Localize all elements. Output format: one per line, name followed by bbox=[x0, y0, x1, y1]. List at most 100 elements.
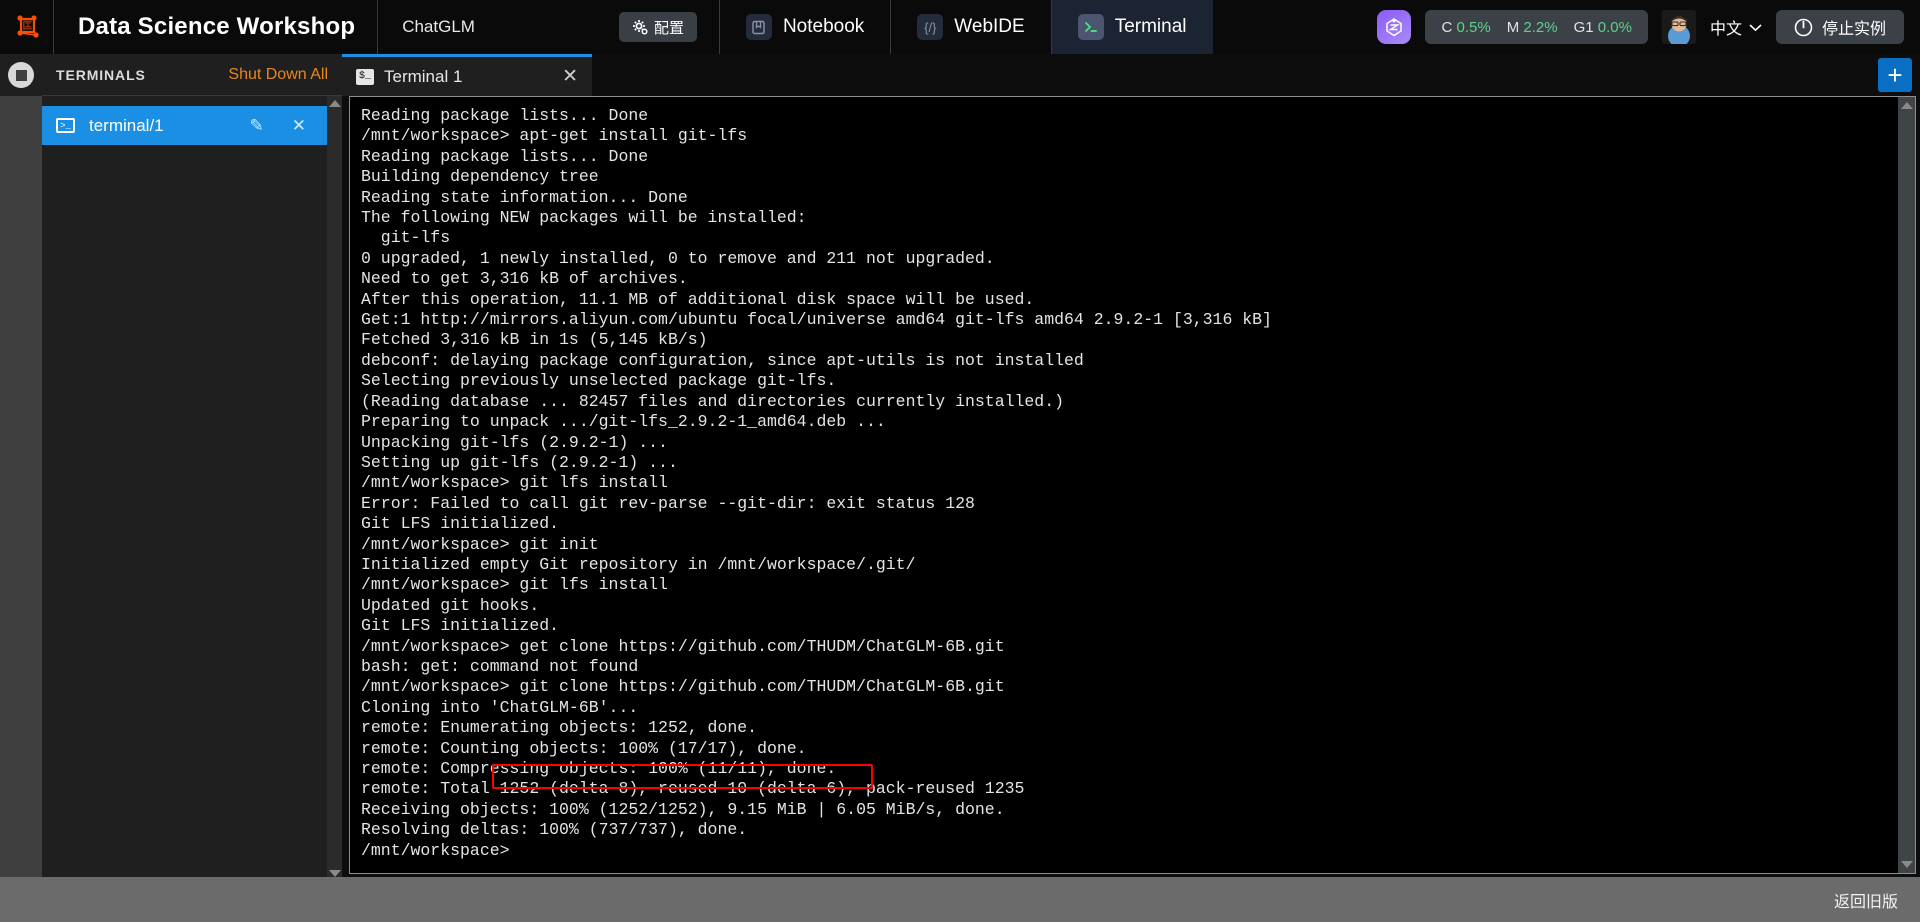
terminal-main-panel: $_ Terminal 1 ✕ + Reading package lists.… bbox=[342, 54, 1920, 877]
tab-terminal-1[interactable]: $_ Terminal 1 ✕ bbox=[342, 54, 592, 96]
back-to-old-version-link[interactable]: 返回旧版 bbox=[1834, 888, 1898, 912]
terminal-line: /mnt/workspace> bbox=[361, 840, 510, 860]
shut-down-all-button[interactable]: Shut Down All bbox=[228, 66, 328, 84]
glm-logo-icon[interactable] bbox=[1377, 10, 1412, 44]
sidebar-body: >_ terminal/1 ✎ ✕ bbox=[42, 96, 342, 877]
close-icon[interactable]: ✕ bbox=[548, 65, 578, 88]
terminal-line: bash: get: command not found bbox=[361, 656, 639, 676]
footer-bar: 返回旧版 bbox=[0, 877, 1920, 922]
terminal-line: Get:1 http://mirrors.aliyun.com/ubuntu f… bbox=[361, 310, 1272, 330]
config-button[interactable]: 配置 bbox=[618, 12, 697, 42]
terminals-sidebar: TERMINALS Shut Down All >_ terminal/1 ✎ … bbox=[42, 54, 342, 877]
terminal-line: /mnt/workspace> apt-get install git-lfs bbox=[361, 126, 748, 146]
svg-text:匞: 匞 bbox=[22, 21, 32, 32]
terminal-line: Preparing to unpack .../git-lfs_2.9.2-1_… bbox=[361, 412, 886, 432]
terminal-line: After this operation, 11.1 MB of additio… bbox=[361, 289, 1035, 309]
terminal-tabbar: $_ Terminal 1 ✕ + bbox=[342, 54, 1920, 96]
nav-item-webide[interactable]: {/} WebIDE bbox=[890, 0, 1050, 54]
metric-key-cpu: C bbox=[1441, 18, 1453, 36]
terminal-line: Fetched 3,316 kB in 1s (5,145 kB/s) bbox=[361, 330, 708, 350]
nav-item-label: Terminal bbox=[1114, 16, 1187, 37]
config-button-label: 配置 bbox=[653, 19, 684, 37]
metric-value-mem: 2.2% bbox=[1523, 18, 1558, 36]
activity-bar-top bbox=[0, 54, 42, 96]
list-item[interactable]: >_ terminal/1 ✎ ✕ bbox=[42, 106, 327, 145]
terminal-line: remote: Total 1252 (delta 8), reused 10 … bbox=[361, 779, 1025, 799]
add-terminal-button[interactable]: + bbox=[1878, 58, 1912, 92]
sidebar-scrollbar[interactable] bbox=[327, 96, 342, 877]
activity-bar bbox=[0, 54, 42, 877]
arrow-up-icon[interactable] bbox=[1900, 102, 1913, 109]
terminal-scrollbar[interactable] bbox=[1898, 97, 1915, 873]
terminal-list: >_ terminal/1 ✎ ✕ bbox=[42, 96, 327, 877]
app-title: Data Science Workshop bbox=[54, 0, 379, 54]
header-nav: Notebook {/} WebIDE Terminal bbox=[718, 0, 1213, 54]
terminal-line: Reading package lists... Done bbox=[361, 106, 649, 125]
gear-icon bbox=[632, 20, 648, 35]
sidebar-title: TERMINALS bbox=[56, 66, 146, 83]
terminal-line: remote: Compressing objects: 100% (11/11… bbox=[361, 759, 837, 778]
terminal-line: git-lfs bbox=[361, 228, 451, 248]
chevron-down-icon bbox=[1749, 23, 1762, 31]
app-logo[interactable]: 匞 bbox=[0, 0, 54, 54]
terminal-line: Initialized empty Git repository in /mnt… bbox=[361, 554, 916, 574]
avatar[interactable] bbox=[1661, 10, 1696, 44]
terminal-line: Reading package lists... Done bbox=[361, 146, 649, 166]
terminal-line: Need to get 3,316 kB of archives. bbox=[361, 269, 688, 289]
terminal-prompt-icon: >_ bbox=[56, 118, 75, 133]
nav-item-notebook[interactable]: Notebook bbox=[718, 0, 890, 54]
terminal-line: Setting up git-lfs (2.9.2-1) ... bbox=[361, 452, 678, 472]
notebook-icon bbox=[745, 14, 772, 40]
terminal-item-label: terminal/1 bbox=[89, 115, 164, 135]
terminal-line: remote: Counting objects: 100% (17/17), … bbox=[361, 738, 807, 758]
terminal-viewport: Reading package lists... Done/mnt/worksp… bbox=[349, 96, 1916, 874]
terminal-line: /mnt/workspace> get clone https://github… bbox=[361, 636, 1005, 656]
language-label: 中文 bbox=[1709, 21, 1742, 38]
terminal-line: /mnt/workspace> git clone https://github… bbox=[361, 677, 1005, 697]
metric-value-cpu: 0.5% bbox=[1456, 18, 1491, 36]
resource-metrics: C 0.5% M 2.2% G1 0.0% bbox=[1425, 10, 1648, 44]
terminal-line: /mnt/workspace> git lfs install bbox=[361, 473, 668, 493]
terminal-line: The following NEW packages will be insta… bbox=[361, 208, 807, 228]
terminal-line: /mnt/workspace> git lfs install bbox=[361, 575, 668, 595]
stop-instance-button[interactable]: 停止实例 bbox=[1775, 10, 1904, 44]
arrow-down-icon[interactable] bbox=[328, 870, 341, 877]
header-spacer bbox=[499, 0, 619, 54]
terminal-line: Resolving deltas: 100% (737/737), done. bbox=[361, 820, 748, 840]
pencil-icon[interactable]: ✎ bbox=[243, 116, 271, 136]
sidebar-header: TERMINALS Shut Down All bbox=[42, 54, 342, 96]
nav-item-label: Notebook bbox=[782, 16, 865, 37]
nav-item-label: WebIDE bbox=[954, 16, 1025, 37]
language-selector[interactable]: 中文 bbox=[1710, 15, 1762, 39]
terminal-line: Building dependency tree bbox=[361, 167, 599, 187]
close-icon[interactable]: ✕ bbox=[285, 116, 313, 136]
terminal-line: Git LFS initialized. bbox=[361, 514, 560, 534]
terminal-line: /mnt/workspace> git init bbox=[361, 534, 599, 554]
terminal-line: Error: Failed to call git rev-parse --gi… bbox=[361, 493, 975, 513]
terminal-line: 0 upgraded, 1 newly installed, 0 to remo… bbox=[361, 248, 995, 268]
terminal-line: remote: Enumerating objects: 1252, done. bbox=[361, 718, 758, 738]
terminal-line: Receiving objects: 100% (1252/1252), 9.1… bbox=[361, 799, 1005, 819]
metric-key-gpu: G1 bbox=[1573, 18, 1594, 36]
terminal-line: Selecting previously unselected package … bbox=[361, 371, 837, 391]
terminal-output[interactable]: Reading package lists... Done/mnt/worksp… bbox=[350, 97, 1898, 873]
terminal-prompt-icon bbox=[1077, 14, 1104, 40]
workflow-graph-icon: 匞 bbox=[16, 15, 39, 38]
terminal-line: Git LFS initialized. bbox=[361, 616, 560, 636]
terminal-line: Reading state information... Done bbox=[361, 187, 688, 207]
terminal-line: Unpacking git-lfs (2.9.2-1) ... bbox=[361, 432, 668, 452]
top-header: 匞 Data Science Workshop ChatGLM 配置 Noteb… bbox=[0, 0, 1920, 54]
code-brackets-icon: {/} bbox=[917, 14, 944, 40]
terminal-line: Cloning into 'ChatGLM-6B'... bbox=[361, 697, 639, 717]
metric-key-mem: M bbox=[1506, 18, 1520, 36]
power-icon bbox=[1794, 18, 1813, 36]
arrow-up-icon[interactable] bbox=[328, 100, 341, 107]
arrow-down-icon[interactable] bbox=[1900, 861, 1913, 868]
nav-item-terminal[interactable]: Terminal bbox=[1050, 0, 1213, 54]
metric-value-gpu: 0.0% bbox=[1597, 18, 1632, 36]
header-right-controls: C 0.5% M 2.2% G1 0.0% 中文 停止实例 bbox=[1377, 0, 1920, 54]
stop-record-icon[interactable] bbox=[8, 62, 34, 88]
project-name: ChatGLM bbox=[402, 17, 475, 36]
terminal-line: debconf: delaying package configuration,… bbox=[361, 350, 1084, 370]
terminal-line: (Reading database ... 82457 files and di… bbox=[361, 391, 1065, 411]
